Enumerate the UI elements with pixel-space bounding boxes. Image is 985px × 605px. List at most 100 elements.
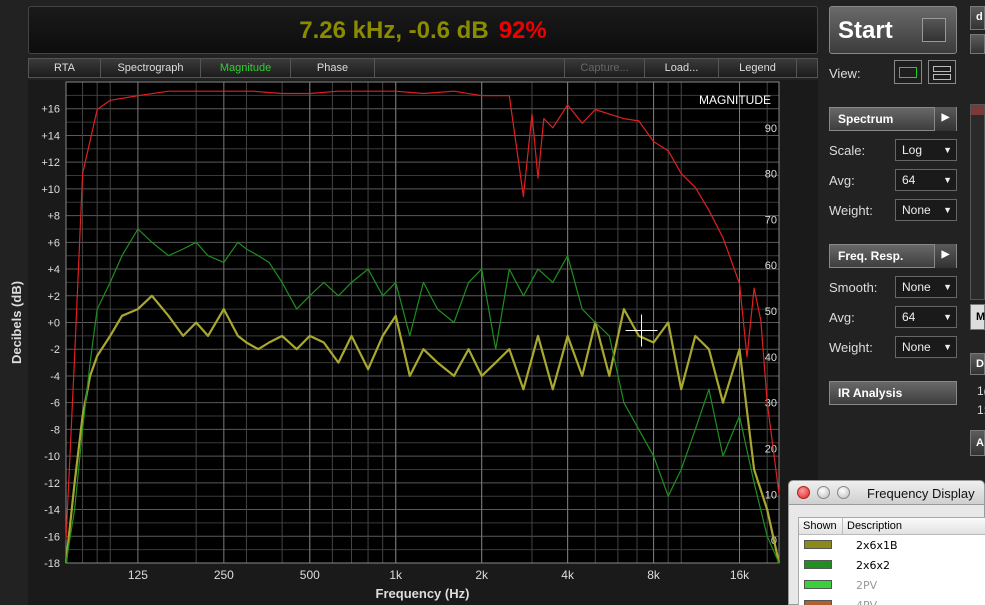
view-single-button[interactable] xyxy=(894,60,922,84)
fr-avg-value: 64 xyxy=(902,310,916,324)
list-item[interactable]: 2x6x2 xyxy=(799,555,985,575)
smooth-value: None xyxy=(902,280,931,294)
y2-tick-label: 60 xyxy=(765,260,777,272)
y2-tick-label: 70 xyxy=(765,214,777,226)
y2-tick-label: 40 xyxy=(765,352,777,364)
x-tick-label: 8k xyxy=(647,568,661,582)
tab-load[interactable]: Load... xyxy=(645,59,719,77)
start-label: Start xyxy=(838,17,893,44)
frequency-display-window[interactable]: Frequency Display Shown Description 2x6x… xyxy=(788,480,985,605)
y-tick-label: +8 xyxy=(47,211,60,223)
trace-table: Shown Description 2x6x1B 2x6x2 2PV 4PV xyxy=(798,517,985,605)
y2-tick-label: 80 xyxy=(765,169,777,181)
cursor-readout: 7.26 kHz, -0.6 dB xyxy=(299,17,489,44)
edge-field-m[interactable]: M xyxy=(970,304,985,330)
trace-description: 2PV xyxy=(856,579,878,592)
y-tick-label: -14 xyxy=(44,505,60,517)
y-tick-label: +4 xyxy=(47,264,60,276)
x-axis-label: Frequency (Hz) xyxy=(376,586,470,601)
y-tick-label: +16 xyxy=(41,104,60,116)
y-tick-label: +0 xyxy=(47,318,60,330)
triangle-right-icon[interactable]: ▶ xyxy=(934,244,956,268)
chevron-down-icon: ▼ xyxy=(943,175,952,185)
x-tick-label: 2k xyxy=(475,568,489,582)
trace-color-swatch[interactable] xyxy=(804,560,832,569)
y2-tick-label: 20 xyxy=(765,443,777,455)
list-item[interactable]: 2x6x1B xyxy=(799,535,985,555)
edge-button-a[interactable]: A xyxy=(970,430,985,456)
trace-description: 2x6x2 xyxy=(856,559,891,572)
x-tick-label: 4k xyxy=(561,568,575,582)
list-item[interactable]: 4PV xyxy=(799,595,985,605)
stop-square-icon xyxy=(922,18,946,42)
y2-tick-label: 90 xyxy=(765,123,777,135)
table-header: Shown Description xyxy=(799,518,985,535)
y-tick-label: +2 xyxy=(47,291,60,303)
chevron-down-icon: ▼ xyxy=(943,282,952,292)
y-tick-label: +14 xyxy=(41,130,60,142)
weight-label: Weight: xyxy=(829,203,873,218)
tab-legend[interactable]: Legend xyxy=(719,59,797,77)
edge-button-d[interactable]: d xyxy=(970,6,985,30)
split-pane-bottom-icon xyxy=(933,74,951,80)
avg-select[interactable]: 64 ▼ xyxy=(895,169,957,191)
y-tick-label: -8 xyxy=(50,424,60,436)
edge-button-d2[interactable]: D xyxy=(970,353,985,375)
coherence-readout: 92% xyxy=(498,17,547,44)
trace-description: 2x6x1B xyxy=(856,539,898,552)
chevron-down-icon: ▼ xyxy=(943,145,952,155)
ir-analysis-button[interactable]: IR Analysis xyxy=(829,381,957,405)
avg-label: Avg: xyxy=(829,173,855,188)
readout-display: 7.26 kHz, -0.6 dB 92% xyxy=(28,6,818,54)
triangle-right-icon[interactable]: ▶ xyxy=(934,107,956,131)
minimize-icon[interactable] xyxy=(817,486,830,499)
col-shown[interactable]: Shown xyxy=(799,518,843,534)
y-tick-label: -12 xyxy=(44,478,60,490)
ir-analysis-label: IR Analysis xyxy=(838,386,903,400)
spectrum-section-button[interactable]: Spectrum ▶ xyxy=(829,107,957,131)
view-split-button[interactable] xyxy=(928,60,956,84)
trace-color-swatch[interactable] xyxy=(804,540,832,549)
trace-color-swatch[interactable] xyxy=(804,580,832,589)
x-tick-label: 250 xyxy=(214,568,234,582)
tab-magnitude[interactable]: Magnitude xyxy=(201,59,291,77)
tab-capture[interactable]: Capture... xyxy=(565,59,645,77)
chevron-down-icon: ▼ xyxy=(943,342,952,352)
edge-panel xyxy=(970,34,985,54)
smooth-select[interactable]: None ▼ xyxy=(895,276,957,298)
weight-select[interactable]: None ▼ xyxy=(895,199,957,221)
spectrum-label: Spectrum xyxy=(838,112,894,126)
chevron-down-icon: ▼ xyxy=(943,205,952,215)
edge-scroll-area[interactable] xyxy=(970,104,985,300)
freq-resp-label: Freq. Resp. xyxy=(838,249,904,263)
window-titlebar[interactable]: Frequency Display xyxy=(789,481,984,505)
fr-weight-select[interactable]: None ▼ xyxy=(895,336,957,358)
x-tick-label: 125 xyxy=(128,568,148,582)
edge-a-label: A xyxy=(976,437,984,449)
edge-d2-label: D xyxy=(976,358,984,370)
edge-text-1: 1( xyxy=(977,384,985,398)
y-axis-label: Decibels (dB) xyxy=(9,281,24,364)
view-label: View: xyxy=(829,66,861,81)
smooth-label: Smooth: xyxy=(829,280,878,295)
tab-phase[interactable]: Phase xyxy=(291,59,375,77)
fr-avg-select[interactable]: 64 ▼ xyxy=(895,306,957,328)
tab-rta[interactable]: RTA xyxy=(29,59,101,77)
edge-marker xyxy=(971,105,984,115)
x-tick-label: 1k xyxy=(389,568,403,582)
zoom-icon[interactable] xyxy=(837,486,850,499)
edge-m-label: M xyxy=(976,311,985,323)
magnitude-plot[interactable]: +16 +14 +12 +10 +8 +6 +4 +2 +0 -2 -4 -6 -8 -10 -12 -14 -… xyxy=(0,80,820,605)
scale-select[interactable]: Log ▼ xyxy=(895,139,957,161)
col-description[interactable]: Description xyxy=(843,518,902,534)
single-pane-icon xyxy=(899,67,917,78)
y-tick-label: -2 xyxy=(50,344,60,356)
start-button[interactable]: Start xyxy=(829,6,957,54)
trace-color-swatch[interactable] xyxy=(804,600,832,605)
split-pane-top-icon xyxy=(933,66,951,72)
list-item[interactable]: 2PV xyxy=(799,575,985,595)
freq-resp-section-button[interactable]: Freq. Resp. ▶ xyxy=(829,244,957,268)
close-icon[interactable] xyxy=(797,486,810,499)
y-tick-label: +12 xyxy=(41,157,60,169)
tab-spectrograph[interactable]: Spectrograph xyxy=(101,59,201,77)
